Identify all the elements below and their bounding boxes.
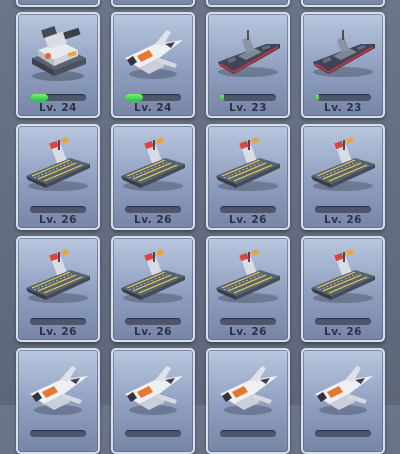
- unit-grid: Lv. 24 Lv. 24 Lv. 23 Lv. 23 Lv. 26 Lv. 26 Lv. …: [0, 0, 400, 454]
- fighter-jet-icon: [214, 356, 282, 424]
- unit-card[interactable]: [301, 348, 385, 454]
- level-progress-bar: [30, 430, 86, 437]
- unit-card[interactable]: Lv. 26: [111, 236, 195, 342]
- unit-card[interactable]: [16, 348, 100, 454]
- level-progress-bar: [315, 318, 371, 325]
- unit-card[interactable]: Lv. 23: [301, 12, 385, 118]
- unit-card[interactable]: Lv. 26: [16, 236, 100, 342]
- level-progress-bar: [220, 94, 276, 101]
- level-label: Lv. 26: [39, 326, 77, 338]
- aircraft-carrier-icon: [24, 244, 92, 312]
- unit-card[interactable]: Lv. 26: [111, 124, 195, 230]
- tank-icon: [24, 20, 92, 88]
- level-progress-bar: [125, 430, 181, 437]
- warship-icon: [214, 20, 282, 88]
- level-label: Lv. 24: [39, 102, 77, 114]
- level-progress-bar: [30, 318, 86, 325]
- warship-icon: [309, 20, 377, 88]
- level-progress-fill: [30, 94, 49, 101]
- fighter-jet-icon: [119, 20, 187, 88]
- level-label: Lv. 26: [324, 214, 362, 226]
- level-progress-fill: [220, 94, 225, 101]
- level-progress-bar: [315, 94, 371, 101]
- level-label: Lv. 26: [134, 214, 172, 226]
- level-label: Lv. 24: [134, 102, 172, 114]
- level-progress-bar: [220, 430, 276, 437]
- fighter-jet-icon: [309, 356, 377, 424]
- unit-card[interactable]: Lv. 26: [206, 236, 290, 342]
- level-progress-bar: [125, 206, 181, 213]
- level-progress-bar: [315, 430, 371, 437]
- level-progress-bar: [30, 206, 86, 213]
- level-label: Lv. 23: [324, 102, 362, 114]
- level-progress-fill: [125, 94, 144, 101]
- unit-card[interactable]: Lv. 24: [111, 12, 195, 118]
- unit-card[interactable]: Lv. 23: [206, 12, 290, 118]
- unit-card[interactable]: Lv. 26: [16, 124, 100, 230]
- aircraft-carrier-icon: [119, 244, 187, 312]
- unit-card[interactable]: [16, 0, 100, 7]
- level-label: Lv. 26: [324, 326, 362, 338]
- level-progress-bar: [125, 94, 181, 101]
- level-progress-bar: [220, 318, 276, 325]
- unit-card[interactable]: [206, 0, 290, 7]
- level-label: Lv. 26: [229, 214, 267, 226]
- unit-card[interactable]: Lv. 26: [206, 124, 290, 230]
- level-progress-fill: [315, 94, 320, 101]
- unit-card[interactable]: Lv. 26: [301, 236, 385, 342]
- unit-card[interactable]: Lv. 26: [301, 124, 385, 230]
- aircraft-carrier-icon: [119, 132, 187, 200]
- unit-card[interactable]: [301, 0, 385, 7]
- aircraft-carrier-icon: [309, 244, 377, 312]
- unit-card[interactable]: Lv. 24: [16, 12, 100, 118]
- fighter-jet-icon: [24, 356, 92, 424]
- aircraft-carrier-icon: [214, 244, 282, 312]
- level-label: Lv. 26: [229, 326, 267, 338]
- level-label: Lv. 26: [39, 214, 77, 226]
- unit-card[interactable]: [206, 348, 290, 454]
- level-label: Lv. 23: [229, 102, 267, 114]
- level-progress-bar: [30, 94, 86, 101]
- aircraft-carrier-icon: [214, 132, 282, 200]
- level-progress-bar: [125, 318, 181, 325]
- aircraft-carrier-icon: [24, 132, 92, 200]
- unit-card[interactable]: [111, 0, 195, 7]
- fighter-jet-icon: [119, 356, 187, 424]
- level-progress-bar: [315, 206, 371, 213]
- level-label: Lv. 26: [134, 326, 172, 338]
- aircraft-carrier-icon: [309, 132, 377, 200]
- level-progress-bar: [220, 206, 276, 213]
- unit-card[interactable]: [111, 348, 195, 454]
